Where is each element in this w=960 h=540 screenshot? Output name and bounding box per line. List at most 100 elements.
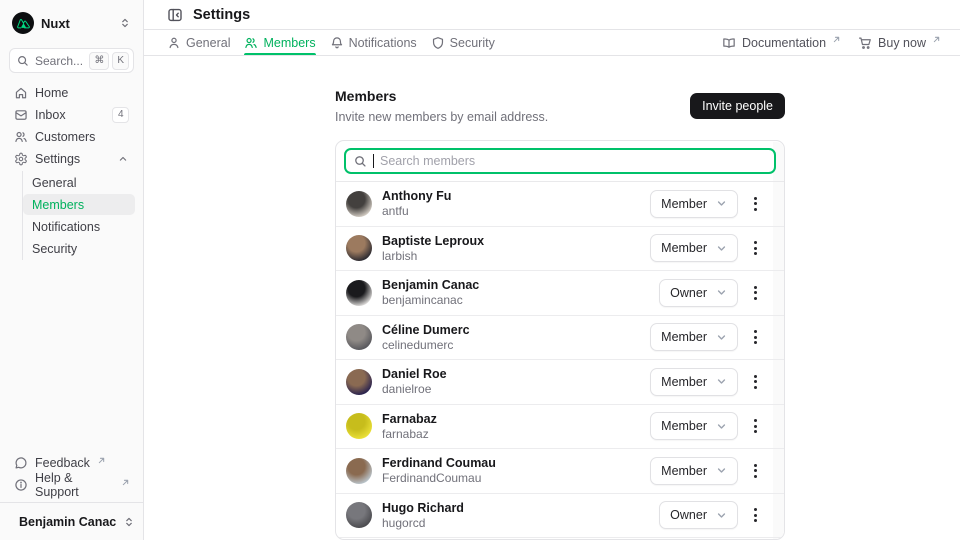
member-actions: Member xyxy=(650,412,760,440)
sidebar-collapse-icon[interactable] xyxy=(167,7,183,23)
sidebar-spacer xyxy=(8,260,135,452)
row-menu-button[interactable] xyxy=(751,237,760,259)
role-select[interactable]: Member xyxy=(650,190,738,218)
member-row: Baptiste LeprouxlarbishMember xyxy=(336,227,784,272)
role-select[interactable]: Member xyxy=(650,368,738,396)
workspace-switcher[interactable]: Nuxt xyxy=(8,8,135,38)
member-actions: Member xyxy=(650,190,760,218)
tab-members[interactable]: Members xyxy=(244,30,315,55)
member-identity: Farnabazfarnabaz xyxy=(382,413,437,440)
sidebar-item-inbox[interactable]: Inbox 4 xyxy=(8,104,135,125)
sidebar-item-home[interactable]: Home xyxy=(8,82,135,103)
role-value: Owner xyxy=(670,286,707,300)
member-name: Baptiste Leproux xyxy=(382,235,484,248)
member-actions: Owner xyxy=(659,501,760,529)
info-circle-icon xyxy=(14,478,28,492)
members-search-input[interactable]: Search members xyxy=(344,148,776,174)
row-menu-button[interactable] xyxy=(751,326,760,348)
footer-link-label: Help & Support xyxy=(35,471,114,499)
avatar xyxy=(346,235,372,261)
tab-general[interactable]: General xyxy=(167,30,230,55)
member-row: Benjamin CanacbenjamincanacOwner xyxy=(336,271,784,316)
role-select[interactable]: Member xyxy=(650,323,738,351)
documentation-link[interactable]: Documentation xyxy=(722,36,840,50)
chevron-down-icon xyxy=(716,243,727,254)
member-row: Ferdinand CoumauFerdinandCoumau Member xyxy=(336,449,784,494)
sidebar-item-security[interactable]: Security xyxy=(23,238,135,259)
member-row: Daniel RoedanielroeMember xyxy=(336,360,784,405)
role-value: Member xyxy=(661,241,707,255)
member-name: Hugo Richard xyxy=(382,502,464,515)
sidebar-item-customers[interactable]: Customers xyxy=(8,126,135,147)
chevron-down-icon xyxy=(716,332,727,343)
sidebar-item-settings[interactable]: Settings xyxy=(8,148,135,169)
sidebar-item-notifications[interactable]: Notifications xyxy=(23,216,135,237)
member-actions: Member xyxy=(650,323,760,351)
member-actions: Member xyxy=(650,234,760,262)
role-select[interactable]: Member xyxy=(650,234,738,262)
row-menu-button[interactable] xyxy=(751,460,760,482)
member-name: Ferdinand Coumau xyxy=(382,457,496,470)
member-identity: Anthony Fuantfu xyxy=(382,190,451,217)
row-menu-button[interactable] xyxy=(751,193,760,215)
person-icon xyxy=(167,36,181,50)
nuxt-logo-icon xyxy=(12,12,34,34)
buy-now-link[interactable]: Buy now xyxy=(858,36,940,50)
chevron-up-icon xyxy=(117,153,129,165)
bell-icon xyxy=(330,36,344,50)
role-value: Member xyxy=(661,375,707,389)
main-area: Settings General Members Notifications xyxy=(144,0,960,540)
avatar xyxy=(346,458,372,484)
sidebar-item-label: Customers xyxy=(35,130,95,144)
chat-bubble-icon xyxy=(14,456,28,470)
user-menu[interactable]: Benjamin Canac xyxy=(8,503,135,534)
external-link-icon xyxy=(98,457,105,464)
sidebar-search-input[interactable]: Search... ⌘ K xyxy=(9,48,134,73)
members-search-placeholder: Search members xyxy=(380,154,475,168)
home-icon xyxy=(14,86,28,100)
tab-label: General xyxy=(186,36,230,50)
section-title: Members xyxy=(335,88,548,104)
row-menu-button[interactable] xyxy=(751,282,760,304)
unfold-icon xyxy=(123,516,135,528)
member-identity: Ferdinand CoumauFerdinandCoumau xyxy=(382,457,496,484)
role-select[interactable]: Owner xyxy=(659,279,738,307)
member-name: Anthony Fu xyxy=(382,190,451,203)
chevron-down-icon xyxy=(716,198,727,209)
chevron-down-icon xyxy=(716,510,727,521)
members-section-header: Members Invite new members by email addr… xyxy=(335,88,785,124)
cart-icon xyxy=(858,36,872,50)
role-select[interactable]: Member xyxy=(650,412,738,440)
row-menu-button[interactable] xyxy=(751,415,760,437)
tab-security[interactable]: Security xyxy=(431,30,495,55)
chevron-down-icon xyxy=(716,376,727,387)
row-menu-button[interactable] xyxy=(751,371,760,393)
tabbar-links: Documentation Buy now xyxy=(722,30,940,55)
tab-notifications[interactable]: Notifications xyxy=(330,30,417,55)
sidebar-item-general[interactable]: General xyxy=(23,172,135,193)
sidebar-item-label: Home xyxy=(35,86,68,100)
avatar xyxy=(346,280,372,306)
search-kbd-shortcut: ⌘ K xyxy=(89,52,129,70)
external-link-icon xyxy=(122,479,129,486)
tab-label: Notifications xyxy=(349,36,417,50)
sidebar-item-label: Settings xyxy=(35,152,80,166)
member-row: Farnabazfarnabaz Member xyxy=(336,405,784,450)
invite-people-button[interactable]: Invite people xyxy=(690,93,785,119)
link-label: Buy now xyxy=(878,36,926,50)
role-select[interactable]: Member xyxy=(650,457,738,485)
external-link-icon xyxy=(833,36,840,43)
help-support-link[interactable]: Help & Support xyxy=(8,474,135,496)
sidebar: Nuxt Search... ⌘ K Home Inbox 4 xyxy=(0,0,144,540)
role-value: Member xyxy=(661,419,707,433)
tab-label: Security xyxy=(450,36,495,50)
sidebar-item-label: Inbox xyxy=(35,108,66,122)
sidebar-item-members[interactable]: Members xyxy=(23,194,135,215)
member-username: hugorcd xyxy=(382,517,464,529)
role-value: Member xyxy=(661,464,707,478)
member-name: Céline Dumerc xyxy=(382,324,470,337)
row-menu-button[interactable] xyxy=(751,504,760,526)
member-row: Anthony Fuantfu Member xyxy=(336,182,784,227)
footer-link-label: Feedback xyxy=(35,456,90,470)
role-select[interactable]: Owner xyxy=(659,501,738,529)
